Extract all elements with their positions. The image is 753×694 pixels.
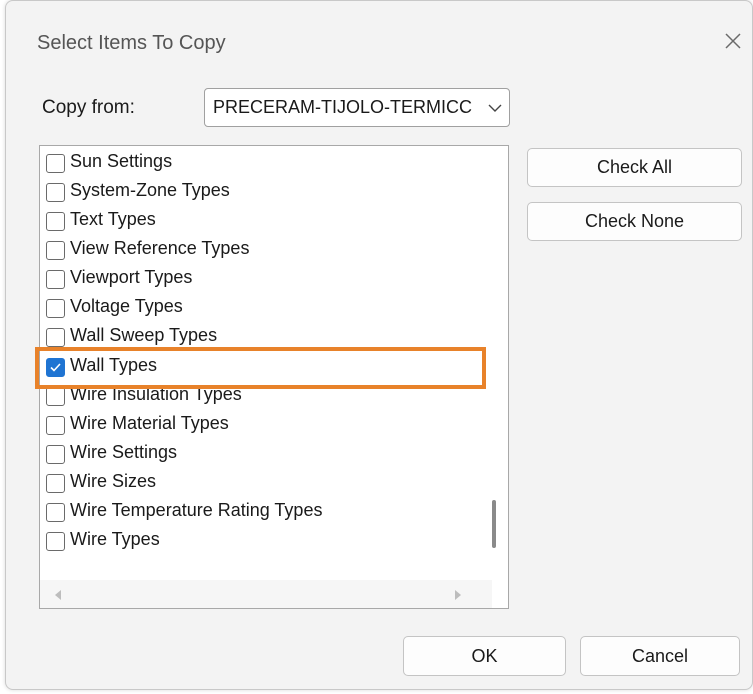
- item-checkbox[interactable]: [46, 474, 65, 493]
- list-item[interactable]: Viewport Types: [46, 265, 486, 294]
- item-checkbox[interactable]: [46, 212, 65, 231]
- list-item[interactable]: Wire Material Types: [46, 411, 486, 440]
- item-label: Wire Settings: [70, 442, 178, 462]
- item-label: Sun Settings: [70, 151, 173, 171]
- scroll-right-icon[interactable]: [452, 588, 464, 600]
- item-checkbox[interactable]: [46, 183, 65, 202]
- item-label: Wire Temperature Rating Types: [70, 500, 323, 520]
- cancel-label: Cancel: [631, 646, 689, 666]
- list-item[interactable]: Sun Settings: [46, 149, 486, 178]
- vertical-scrollbar-thumb[interactable]: [492, 500, 496, 548]
- item-label: Wire Material Types: [70, 413, 229, 433]
- cancel-button[interactable]: Cancel: [580, 636, 740, 676]
- item-label: Text Types: [70, 209, 156, 229]
- check-all-label: Check All: [596, 157, 673, 177]
- item-label: Wire Types: [70, 529, 160, 549]
- item-label: View Reference Types: [70, 238, 250, 258]
- copy-from-dropdown[interactable]: PRECERAM-TIJOLO-TERMICC: [204, 88, 510, 127]
- item-checkbox[interactable]: [46, 241, 65, 260]
- list-item[interactable]: Wire Temperature Rating Types: [46, 498, 486, 527]
- item-checkbox[interactable]: [46, 154, 65, 173]
- item-label: Wall Sweep Types: [70, 325, 218, 345]
- item-checkbox[interactable]: [46, 445, 65, 464]
- list-item[interactable]: Wire Sizes: [46, 469, 486, 498]
- check-none-label: Check None: [584, 211, 685, 231]
- select-items-dialog: Select Items To Copy Copy from: PRECERAM…: [5, 0, 753, 690]
- list-item[interactable]: Wire Settings: [46, 440, 486, 469]
- close-icon[interactable]: [721, 29, 745, 53]
- item-checkbox[interactable]: [46, 328, 65, 347]
- item-checkbox[interactable]: [46, 270, 65, 289]
- dialog-title: Select Items To Copy: [37, 32, 226, 54]
- horizontal-scrollbar[interactable]: [40, 580, 492, 608]
- list-item[interactable]: Voltage Types: [46, 294, 486, 323]
- item-checkbox[interactable]: [46, 503, 65, 522]
- list-item[interactable]: Text Types: [46, 207, 486, 236]
- copy-from-label: Copy from:: [42, 97, 135, 118]
- item-label: System-Zone Types: [70, 180, 230, 200]
- list-item[interactable]: View Reference Types: [46, 236, 486, 265]
- list-item[interactable]: Wire Types: [46, 527, 486, 556]
- check-none-button[interactable]: Check None: [527, 202, 742, 241]
- chevron-down-icon: [487, 101, 503, 115]
- ok-label: OK: [471, 646, 498, 666]
- ok-button[interactable]: OK: [403, 636, 566, 676]
- selection-highlight-box: [35, 347, 486, 389]
- item-checkbox[interactable]: [46, 532, 65, 551]
- item-label: Voltage Types: [70, 296, 183, 316]
- item-checkbox[interactable]: [46, 416, 65, 435]
- item-label: Viewport Types: [70, 267, 193, 287]
- copy-from-value: PRECERAM-TIJOLO-TERMICC: [213, 97, 473, 117]
- scroll-left-icon[interactable]: [52, 588, 64, 600]
- item-checkbox[interactable]: [46, 299, 65, 318]
- item-label: Wire Sizes: [70, 471, 157, 491]
- item-checkbox[interactable]: [46, 387, 65, 406]
- check-all-button[interactable]: Check All: [527, 148, 742, 187]
- list-item[interactable]: System-Zone Types: [46, 178, 486, 207]
